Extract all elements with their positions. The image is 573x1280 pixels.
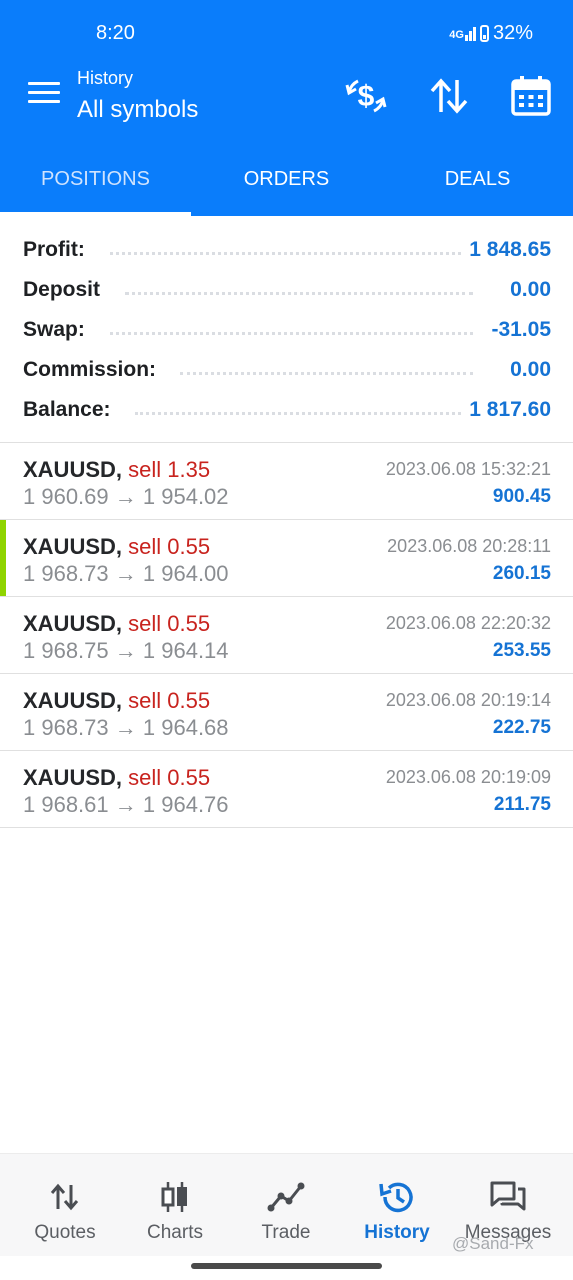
status-time: 8:20 (96, 22, 135, 44)
leader-dots (110, 332, 473, 335)
tab-positions[interactable]: POSITIONS (0, 138, 191, 216)
list-item[interactable]: XAUUSD, sell 0.55 1 968.61 → 1 964.76 20… (0, 751, 573, 828)
list-item[interactable]: XAUUSD, sell 1.35 1 960.69 → 1 954.02 20… (0, 443, 573, 520)
app-header: 8:20 4G 32% History All symbols $ (0, 0, 573, 138)
deal-prices: 1 960.69 → 1 954.02 (23, 484, 229, 509)
summary-value: 1 848.65 (463, 238, 551, 262)
deal-profit: 900.45 (492, 486, 551, 507)
tab-orders[interactable]: ORDERS (191, 138, 382, 216)
trade-icon (267, 1182, 305, 1212)
deal-prices: 1 968.75 → 1 964.14 (23, 638, 229, 663)
currency-exchange-icon[interactable]: $ (344, 74, 388, 118)
watermark: @Sand-Fx (452, 1234, 534, 1253)
deal-side: sell 0.55 (128, 765, 211, 790)
deal-side: sell 0.55 (128, 534, 211, 559)
nav-label: Trade (261, 1222, 311, 1243)
list-item[interactable]: XAUUSD, sell 0.55 1 968.73 → 1 964.00 20… (0, 520, 573, 597)
summary-label: Deposit (23, 278, 107, 302)
deal-time: 2023.06.08 20:19:14 (385, 690, 551, 710)
leader-dots (135, 412, 473, 415)
deal-symbol: XAUUSD, sell 0.55 (23, 611, 211, 636)
tab-deals[interactable]: DEALS (382, 138, 573, 216)
deal-side: sell 0.55 (128, 611, 211, 636)
deal-time: 2023.06.08 22:20:32 (385, 613, 551, 633)
home-indicator[interactable] (191, 1263, 382, 1269)
deals-list: XAUUSD, sell 1.35 1 960.69 → 1 954.02 20… (0, 443, 573, 828)
deal-profit: 222.75 (492, 717, 551, 738)
deal-prices: 1 968.73 → 1 964.00 (23, 561, 229, 586)
nav-trade[interactable]: Trade (231, 1154, 341, 1256)
deal-time: 2023.06.08 15:32:21 (385, 459, 551, 479)
summary-value: -31.05 (485, 318, 551, 342)
nav-label: Quotes (34, 1222, 96, 1243)
charts-icon (161, 1182, 187, 1212)
summary-value: 0.00 (504, 278, 551, 302)
history-icon (379, 1182, 413, 1213)
signal-icon: 4G (449, 26, 476, 41)
battery-level: 32% (492, 22, 533, 44)
deal-symbol: XAUUSD, sell 1.35 (23, 457, 211, 482)
calendar-icon[interactable] (509, 74, 553, 118)
svg-text:$: $ (358, 80, 375, 113)
nav-quotes[interactable]: Quotes (10, 1154, 120, 1256)
deal-profit: 253.55 (492, 640, 551, 661)
deal-side: sell 1.35 (128, 457, 211, 482)
list-item[interactable]: XAUUSD, sell 0.55 1 968.75 → 1 964.14 20… (0, 597, 573, 674)
deal-symbol: XAUUSD, sell 0.55 (23, 765, 211, 790)
summary-row-deposit: Deposit 0.00 (0, 270, 573, 310)
deal-symbol: XAUUSD, sell 0.55 (23, 534, 211, 559)
summary-row-swap: Swap: -31.05 (0, 310, 573, 350)
menu-icon[interactable] (28, 82, 60, 108)
deal-time: 2023.06.08 20:28:11 (387, 536, 551, 556)
deal-prices: 1 968.61 → 1 964.76 (23, 792, 229, 817)
leader-dots (110, 252, 473, 255)
page-subtitle: History (77, 68, 134, 88)
history-summary: Profit: 1 848.65 Deposit 0.00 Swap: -31.… (0, 230, 573, 430)
messages-icon (490, 1181, 526, 1211)
summary-row-profit: Profit: 1 848.65 (0, 230, 573, 270)
symbol-selector[interactable]: All symbols (77, 96, 198, 124)
summary-label: Profit: (23, 238, 91, 262)
summary-label: Commission: (23, 358, 163, 382)
status-indicators: 4G 32% (449, 22, 533, 45)
deal-profit: 211.75 (493, 794, 551, 815)
list-item[interactable]: XAUUSD, sell 0.55 1 968.73 → 1 964.68 20… (0, 674, 573, 751)
leader-dots (125, 292, 473, 295)
deal-prices: 1 968.73 → 1 964.68 (23, 715, 229, 740)
nav-history[interactable]: History (342, 1154, 452, 1256)
summary-label: Swap: (23, 318, 91, 342)
deal-side: sell 0.55 (128, 688, 211, 713)
deal-time: 2023.06.08 20:19:09 (385, 767, 551, 787)
summary-value: 0.00 (504, 358, 551, 382)
quotes-icon (50, 1183, 79, 1211)
sort-icon[interactable] (427, 74, 471, 118)
battery-icon (479, 25, 489, 42)
deal-profit: 260.15 (492, 563, 551, 584)
deal-symbol: XAUUSD, sell 0.55 (23, 688, 211, 713)
network-type: 4G (449, 28, 464, 41)
summary-row-balance: Balance: 1 817.60 (0, 390, 573, 430)
summary-row-commission: Commission: 0.00 (0, 350, 573, 390)
nav-label: Charts (147, 1222, 203, 1243)
nav-charts[interactable]: Charts (120, 1154, 230, 1256)
summary-value: 1 817.60 (463, 398, 551, 422)
nav-label: History (364, 1222, 430, 1243)
active-tab-indicator (0, 212, 191, 216)
leader-dots (180, 372, 473, 375)
history-tabs: POSITIONS ORDERS DEALS (0, 138, 573, 216)
summary-label: Balance: (23, 398, 117, 422)
